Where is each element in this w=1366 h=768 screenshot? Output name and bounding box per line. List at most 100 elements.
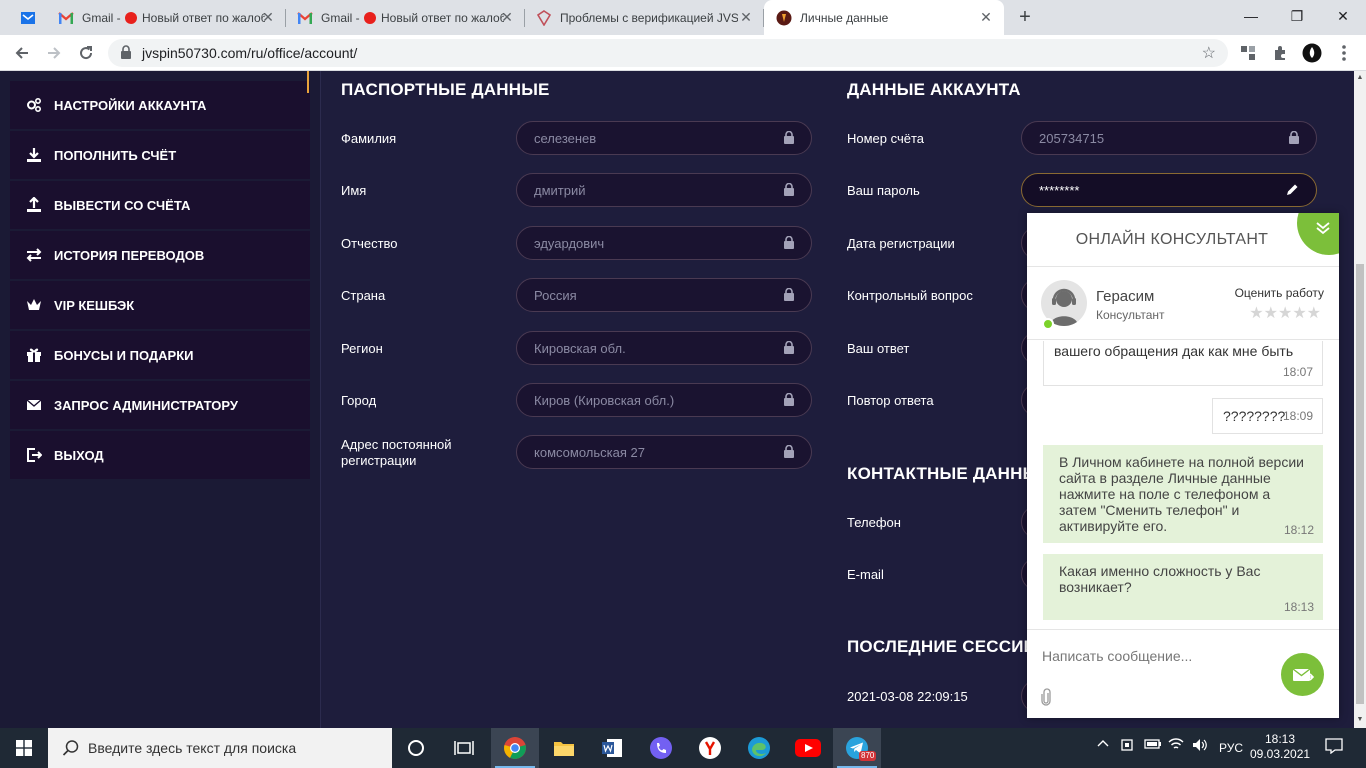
city-field[interactable]: Киров (Кировская обл.) [516,383,812,417]
profile-avatar-icon[interactable] [1302,43,1322,63]
field-label-password: Ваш пароль [847,183,920,198]
extension-puzzle-grid-icon[interactable] [1238,43,1258,63]
star-icon[interactable]: ★ [1278,305,1292,322]
star-icon[interactable]: ★ [1249,305,1263,322]
new-tab-button[interactable]: + [1014,6,1036,28]
mail-icon [20,10,36,26]
message-text: Какая именно сложность у Вас возникает? [1059,563,1261,595]
consultant-name: Герасим [1096,288,1155,305]
wifi-icon[interactable] [1168,737,1184,754]
extensions-icon[interactable] [1270,43,1290,63]
search-icon [62,739,80,762]
account-number-field[interactable]: 205734715 [1021,121,1317,155]
patronymic-field[interactable]: эдуардович [516,226,812,260]
close-window-button[interactable]: ✕ [1320,0,1366,32]
password-field[interactable]: ******** [1021,173,1317,207]
telegram-unread-badge: 870 [859,751,877,761]
taskbar-yandex-browser[interactable] [686,728,734,768]
star-icon[interactable]: ★ [1292,305,1306,322]
address-bar[interactable]: jvspin50730.com/ru/office/account/ ☆ [108,39,1228,67]
star-icon[interactable]: ★ [1307,305,1321,322]
sidebar-item-logout[interactable]: ВЫХОД [10,431,310,479]
field-value: эдуардович [534,236,605,251]
start-button[interactable] [0,728,48,768]
star-icon[interactable]: ★ [1264,305,1278,322]
task-view-icon [454,741,474,755]
page-scrollbar[interactable]: ▲ ▼ [1354,71,1366,728]
message-text: ???????? [1223,408,1286,424]
clock-time: 18:13 [1264,732,1296,746]
sidebar-item-transfer-history[interactable]: ИСТОРИЯ ПЕРЕВОДОВ [10,231,310,279]
close-tab-icon[interactable]: ✕ [738,9,754,26]
sidebar-item-bonuses[interactable]: БОНУСЫ И ПОДАРКИ [10,331,310,379]
sidebar-item-withdraw[interactable]: ВЫВЕСТИ СО СЧЁТА [10,181,310,229]
taskbar-search-box[interactable]: Введите здесь текст для поиска [48,728,392,768]
tab-personal-data[interactable]: Личные данные ✕ [764,0,1004,35]
cortana-circle-icon [408,740,424,756]
arrow-right-icon [48,47,61,59]
taskbar-chrome[interactable] [491,728,539,768]
pencil-edit-icon[interactable] [1285,183,1299,202]
message-text: В Личном кабинете на полной версии сайта… [1059,454,1304,534]
paperclip-attach-icon[interactable] [1041,688,1051,711]
taskbar-viber[interactable] [637,728,685,768]
edge-icon [748,737,770,759]
send-envelope-icon [1292,667,1314,681]
reload-button[interactable] [73,40,99,66]
volume-icon[interactable] [1192,738,1208,755]
bookmark-star-icon[interactable]: ☆ [1202,43,1216,63]
scrollbar-thumb[interactable] [1356,264,1364,704]
device-tray-icon[interactable] [1120,738,1134,755]
sidebar-item-deposit[interactable]: ПОПОЛНИТЬ СЧЁТ [10,131,310,179]
show-hidden-icons-chevron-icon[interactable] [1097,738,1109,753]
send-message-button[interactable] [1281,653,1324,696]
scroll-up-arrow-icon[interactable]: ▲ [1356,74,1364,81]
forward-button[interactable] [41,40,67,66]
firstname-field[interactable]: дмитрий [516,173,812,207]
sidebar-item-label: БОНУСЫ И ПОДАРКИ [54,347,194,363]
lock-icon [1289,130,1299,149]
address-field[interactable]: комсомольская 27 [516,435,812,469]
taskbar-youtube[interactable] [784,728,832,768]
taskbar-file-explorer[interactable] [540,728,588,768]
country-field[interactable]: Россия [516,278,812,312]
sidebar-item-vip-cashback[interactable]: VIP КЕШБЭК [10,281,310,329]
folder-icon [554,742,574,756]
lastname-field[interactable]: селезенев [516,121,812,155]
field-label-patronymic: Отчество [341,236,398,251]
chat-messages[interactable]: вашего обращения дак как мне быть 18:07 … [1027,341,1339,629]
sidebar-item-label: VIP КЕШБЭК [54,297,135,313]
rating-stars[interactable]: ★★★★★ [1249,303,1321,323]
restore-button[interactable]: ❐ [1274,0,1320,32]
back-button[interactable] [9,40,35,66]
field-label-address: Адрес постоянной регистрации [341,437,452,468]
sidebar-item-label: ВЫХОД [54,447,104,463]
tab-complaint[interactable]: Проблемы с верификацией JVSPIN ✕ [524,0,764,35]
double-chevron-down-icon [1316,222,1330,235]
cortana-button[interactable] [392,728,440,768]
taskbar-word[interactable] [588,728,636,768]
field-label-lastname: Фамилия [341,131,397,146]
gift-icon [26,347,42,363]
message-text: вашего обращения дак как мне быть [1054,343,1294,359]
taskbar-telegram[interactable]: 870 [833,728,881,768]
close-tab-icon[interactable]: ✕ [978,9,994,26]
scroll-down-arrow-icon[interactable]: ▼ [1356,716,1364,723]
battery-icon[interactable] [1144,738,1162,753]
taskbar-edge[interactable] [735,728,783,768]
sidebar-item-account-settings[interactable]: НАСТРОЙКИ АККАУНТА [10,81,310,129]
sidebar-item-admin-request[interactable]: ЗАПРОС АДМИНИСТРАТОРУ [10,381,310,429]
chat-message-input[interactable]: Написать сообщение... [1042,648,1192,664]
input-language[interactable]: РУС [1219,741,1243,755]
field-label-phone: Телефон [847,515,901,530]
tab-pinned-mail[interactable] [8,0,48,35]
region-field[interactable]: Кировская обл. [516,331,812,365]
notifications-icon[interactable] [1325,738,1343,757]
taskbar-clock[interactable]: 18:13 09.03.2021 [1250,732,1310,762]
upload-icon [26,197,42,213]
browser-menu-icon[interactable] [1334,43,1354,63]
minimize-button[interactable]: — [1228,0,1274,32]
youtube-icon [795,739,821,757]
task-view-button[interactable] [440,728,488,768]
jvspin-icon [776,10,792,26]
